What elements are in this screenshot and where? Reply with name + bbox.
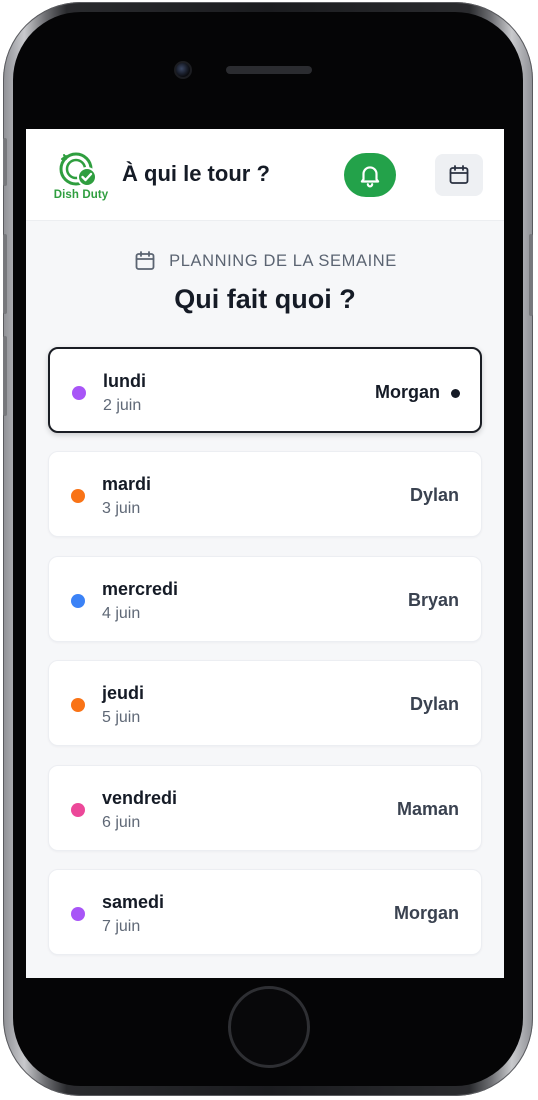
app-logo: Dish Duty xyxy=(46,151,112,207)
day-date: 7 juin xyxy=(102,918,141,935)
color-dot xyxy=(71,698,85,713)
day-name: mercredi xyxy=(102,578,179,599)
day-date: 2 juin xyxy=(103,397,142,414)
app-header: Dish Duty À qui le tour ? xyxy=(26,129,504,221)
assigned-person: Dylan xyxy=(409,694,459,715)
day-name: jeudi xyxy=(102,683,145,704)
day-card-jeudi[interactable]: jeudi 5 juin Dylan xyxy=(48,660,482,747)
earpiece-speaker xyxy=(226,66,312,74)
assigned-person: Morgan xyxy=(394,903,459,923)
volume-up-button xyxy=(3,234,7,314)
assigned-person: Dylan xyxy=(409,485,459,506)
day-card-vendredi[interactable]: vendredi 6 juin Maman xyxy=(48,764,482,851)
assigned-person: Maman xyxy=(396,798,459,819)
day-name: mardi xyxy=(102,474,152,495)
color-dot xyxy=(71,907,85,921)
current-day-indicator xyxy=(451,389,460,398)
page-title: À qui le tour ? xyxy=(122,161,270,186)
day-date: 5 juin xyxy=(102,709,141,727)
day-card-samedi[interactable]: samedi 7 juin Morgan xyxy=(48,869,482,955)
day-date: 3 juin xyxy=(102,500,141,518)
logo-text: Dish Duty xyxy=(53,189,109,201)
notifications-button[interactable] xyxy=(344,153,396,197)
schedule-label-text: PLANNING DE LA SEMAINE xyxy=(169,251,397,270)
mute-switch xyxy=(3,138,7,186)
assigned-person: Morgan xyxy=(375,382,440,402)
day-date: 6 juin xyxy=(102,813,141,831)
front-camera xyxy=(174,61,192,79)
assigned-person: Bryan xyxy=(407,589,459,610)
color-dot xyxy=(72,386,86,400)
calendar-button[interactable] xyxy=(435,154,483,196)
dish-duty-logo-icon xyxy=(59,152,97,187)
calendar-icon xyxy=(135,251,155,270)
day-card-mercredi[interactable]: mercredi 4 juin Bryan xyxy=(48,555,482,642)
day-date: 4 juin xyxy=(102,604,141,622)
color-dot xyxy=(71,593,85,608)
section-title: Qui fait quoi ? xyxy=(174,284,356,314)
volume-down-button xyxy=(3,336,7,416)
day-name: lundi xyxy=(103,371,146,391)
schedule-label: PLANNING DE LA SEMAINE xyxy=(26,249,504,273)
color-dot xyxy=(71,802,85,817)
app-screen: Dish Duty À qui le tour ? PLANNING DE LA… xyxy=(26,129,504,978)
bell-icon xyxy=(360,166,380,188)
day-name: vendredi xyxy=(102,787,178,808)
power-button xyxy=(529,234,533,316)
day-card-mardi[interactable]: mardi 3 juin Dylan xyxy=(48,451,482,538)
calendar-icon xyxy=(449,165,469,184)
home-button[interactable] xyxy=(228,986,310,1068)
day-name: samedi xyxy=(102,892,165,912)
day-card-lundi[interactable]: lundi 2 juin Morgan xyxy=(48,347,482,433)
color-dot xyxy=(71,489,85,504)
